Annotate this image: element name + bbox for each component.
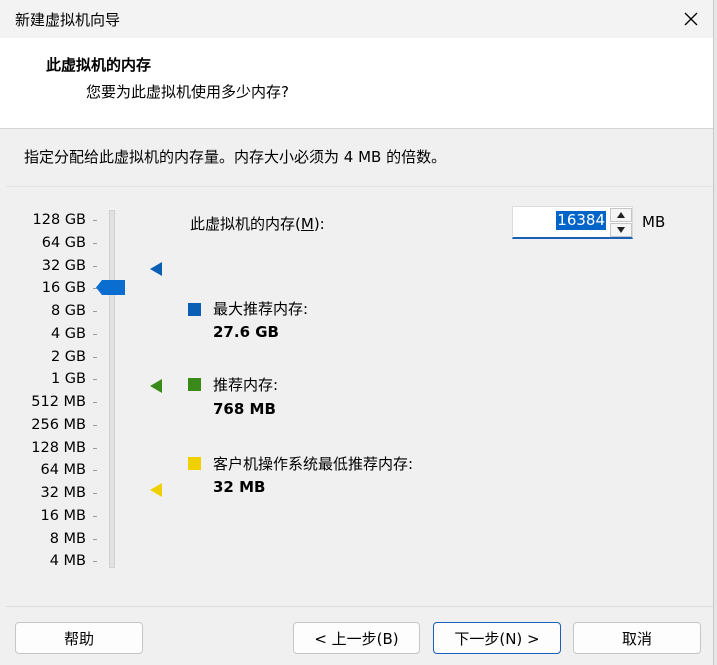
- scale-label: 8 MB: [49, 530, 86, 547]
- scale-tick: [93, 515, 97, 517]
- scale-label: 512 MB: [31, 394, 86, 410]
- scale-label: 64 MB: [40, 462, 86, 479]
- scale-label: 8 GB: [50, 303, 86, 319]
- scale-label: 2 GB: [50, 348, 86, 365]
- max-recommended-marker-icon: [150, 262, 162, 276]
- scale-tick: [93, 493, 97, 494]
- scale-tick: [93, 311, 97, 312]
- scale-label: 16 MB: [40, 507, 86, 524]
- scale-tick: [93, 402, 97, 403]
- cancel-button[interactable]: 取消: [573, 622, 701, 654]
- max-recommended-swatch: [188, 303, 201, 316]
- wizard-window: 新建虚拟机向导 此虚拟机的内存 您要为此虚拟机使用多少内存? 指定分配给此虚拟机…: [0, 0, 714, 665]
- guest-min-swatch: [188, 457, 201, 470]
- scale-tick: [93, 265, 97, 267]
- instruction-text: 指定分配给此虚拟机的内存量。内存大小必须为 4 MB 的倍数。: [24, 148, 447, 166]
- scale-label: 128 GB: [32, 212, 86, 228]
- scale-tick: [93, 379, 97, 381]
- help-button[interactable]: 帮助: [15, 622, 143, 654]
- scale-tick: [93, 242, 97, 244]
- scale-tick: [93, 470, 97, 472]
- memory-slider-track[interactable]: [109, 210, 115, 568]
- next-button[interactable]: 下一步(N) >: [433, 622, 561, 654]
- memory-spinbox[interactable]: 16384: [512, 206, 633, 239]
- spin-down-button[interactable]: [610, 223, 632, 237]
- page-title: 此虚拟机的内存: [46, 56, 152, 74]
- memory-input[interactable]: 16384: [556, 211, 606, 230]
- spin-up-button[interactable]: [610, 208, 632, 222]
- scale-tick: [93, 333, 97, 335]
- guest-min-marker-icon: [150, 483, 162, 497]
- footer-divider: [6, 606, 713, 607]
- scale-tick: [93, 424, 97, 426]
- wizard-header: 此虚拟机的内存 您要为此虚拟机使用多少内存?: [0, 38, 713, 129]
- scale-tick: [93, 356, 97, 358]
- window-title: 新建虚拟机向导: [15, 11, 121, 29]
- memory-unit: MB: [642, 213, 666, 231]
- scale-label: 1 GB: [50, 371, 86, 388]
- close-button[interactable]: [668, 0, 713, 38]
- scale-label: 16 GB: [41, 280, 86, 297]
- memory-field-label: 此虚拟机的内存(M):: [190, 215, 325, 233]
- max-recommended-value: 27.6 GB: [213, 323, 279, 341]
- scale-label: 32 GB: [41, 257, 86, 274]
- scale-label: 128 MB: [31, 439, 86, 456]
- scale-label: 4 MB: [49, 553, 86, 570]
- scale-label: 32 MB: [40, 485, 86, 501]
- scale-label: 4 GB: [50, 325, 86, 342]
- guest-min-value: 32 MB: [213, 478, 266, 496]
- chevron-down-icon: [617, 227, 625, 233]
- scale-label: 256 MB: [31, 416, 86, 433]
- scale-tick: [93, 447, 97, 449]
- memory-slider-thumb[interactable]: [96, 280, 125, 295]
- title-bar: 新建虚拟机向导: [0, 0, 713, 38]
- scale-tick: [93, 538, 97, 540]
- recommended-swatch: [188, 378, 201, 391]
- back-button[interactable]: < 上一步(B): [293, 622, 420, 654]
- scale-label: 64 GB: [41, 234, 86, 251]
- scale-tick: [93, 561, 97, 563]
- recommended-value: 768 MB: [213, 400, 276, 418]
- page-subtitle: 您要为此虚拟机使用多少内存?: [86, 83, 289, 101]
- max-recommended-label: 最大推荐内存:: [213, 300, 309, 318]
- chevron-up-icon: [617, 212, 625, 218]
- guest-min-label: 客户机操作系统最低推荐内存:: [213, 455, 414, 473]
- recommended-label: 推荐内存:: [213, 376, 279, 394]
- close-icon: [684, 12, 697, 26]
- scale-tick: [93, 220, 97, 221]
- recommended-marker-icon: [150, 379, 162, 393]
- divider: [6, 186, 713, 187]
